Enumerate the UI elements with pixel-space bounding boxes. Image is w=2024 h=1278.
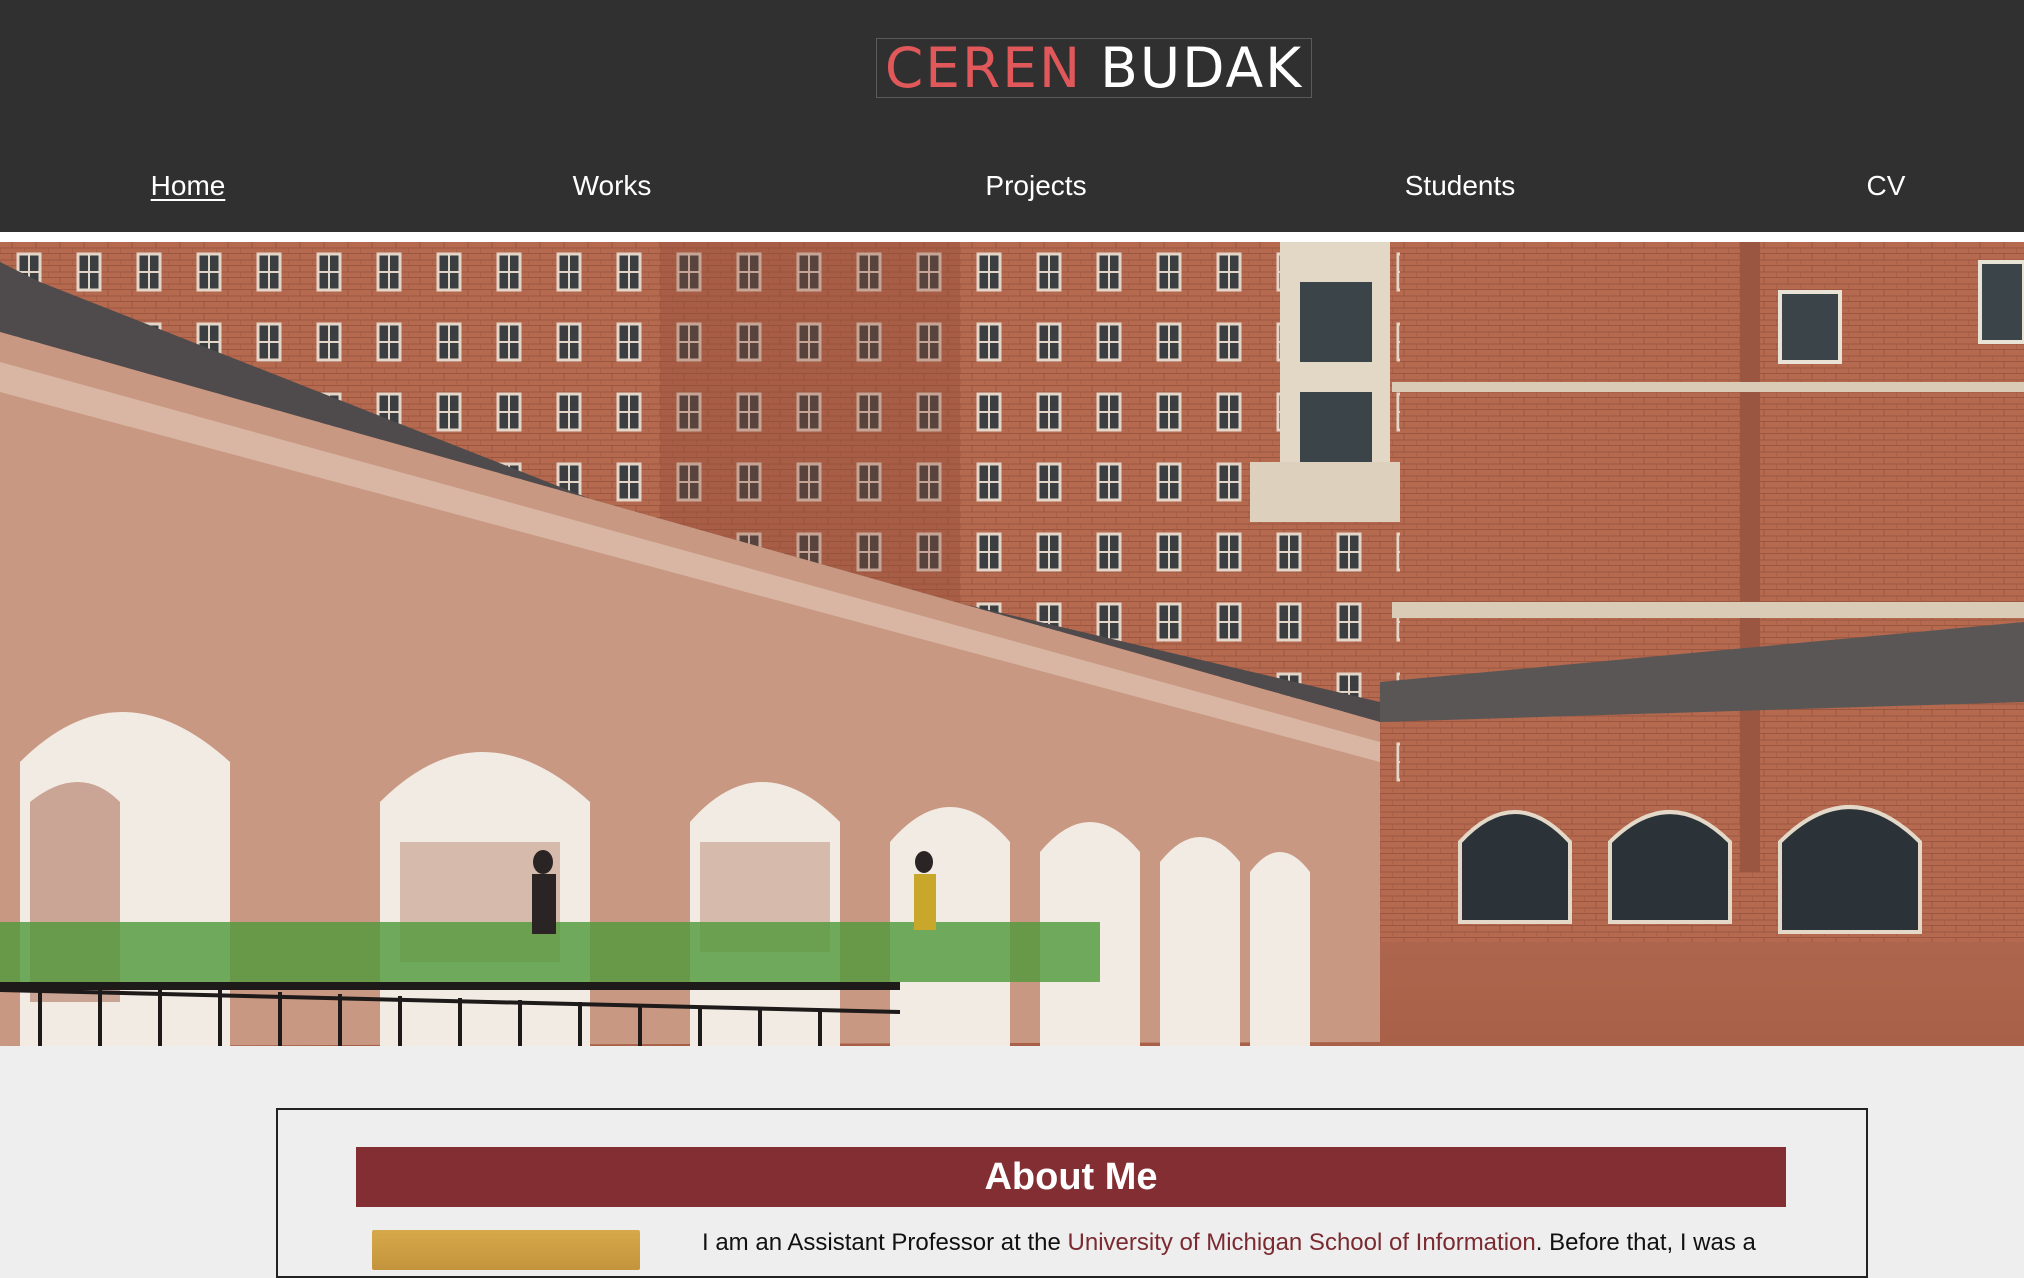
nav-works[interactable]: Works [573,170,652,202]
bio-prefix: I am an Assistant Professor at the [702,1229,1068,1256]
umsi-link[interactable]: University of Michigan School of Informa… [1068,1229,1536,1256]
profile-photo [372,1230,640,1270]
bio-suffix: . Before that, I was a [1535,1229,1756,1256]
about-heading: About Me [356,1147,1786,1207]
main-nav: Home Works Projects Students CV [0,170,2024,214]
hero-image [0,242,2024,1046]
header-divider [0,232,2024,242]
nav-students[interactable]: Students [1405,170,1516,202]
logo-last-name: BUDAK [1100,35,1304,100]
site-header: CEREN BUDAK Home Works Projects Students… [0,0,2024,232]
nav-home[interactable]: Home [151,170,226,202]
nav-projects[interactable]: Projects [985,170,1086,202]
site-logo[interactable]: CEREN BUDAK [876,38,1312,98]
campus-courtyard-photo [0,242,2024,1046]
nav-cv[interactable]: CV [1867,170,1906,202]
logo-first-name: CEREN [884,35,1083,100]
